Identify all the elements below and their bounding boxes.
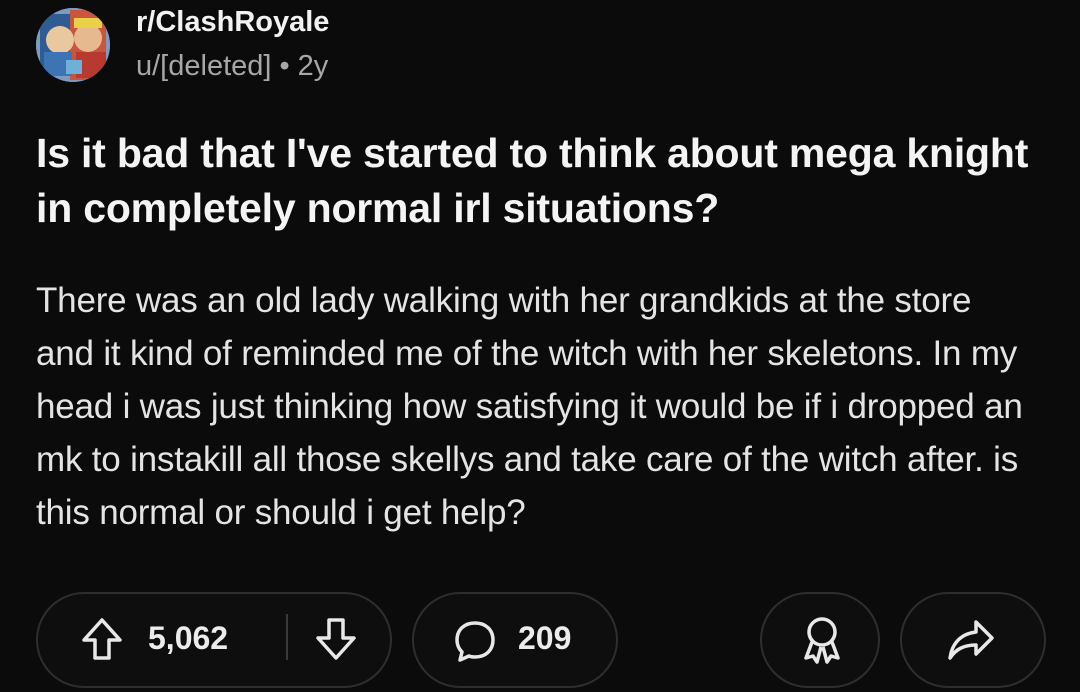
post-age: 2y	[297, 50, 329, 82]
post-byline: u/[deleted] • 2y	[136, 46, 329, 86]
speech-bubble-icon	[455, 621, 495, 662]
share-button[interactable]	[900, 592, 1046, 688]
subreddit-name[interactable]: r/ClashRoyale	[136, 4, 329, 40]
award-ribbon-icon	[804, 617, 840, 664]
share-arrow-icon	[948, 620, 994, 660]
award-button[interactable]	[760, 592, 880, 688]
post-action-bar: 5,062 209	[36, 592, 1080, 692]
vote-count: 5,062	[148, 620, 229, 656]
post-title[interactable]: Is it bad that I've started to think abo…	[36, 126, 1056, 236]
arrow-down-icon[interactable]	[314, 616, 358, 662]
arrow-up-icon[interactable]	[80, 616, 124, 662]
vote-control: 5,062	[36, 592, 392, 688]
vote-divider	[286, 614, 288, 660]
comment-count: 209	[518, 620, 572, 656]
subreddit-avatar[interactable]	[36, 8, 110, 82]
comments-button[interactable]: 209	[412, 592, 618, 688]
byline-separator: •	[279, 50, 290, 82]
author-name[interactable]: u/[deleted]	[136, 50, 271, 82]
post-header: r/ClashRoyale u/[deleted] • 2y	[36, 4, 329, 86]
post-body: There was an old lady walking with her g…	[36, 281, 1023, 532]
